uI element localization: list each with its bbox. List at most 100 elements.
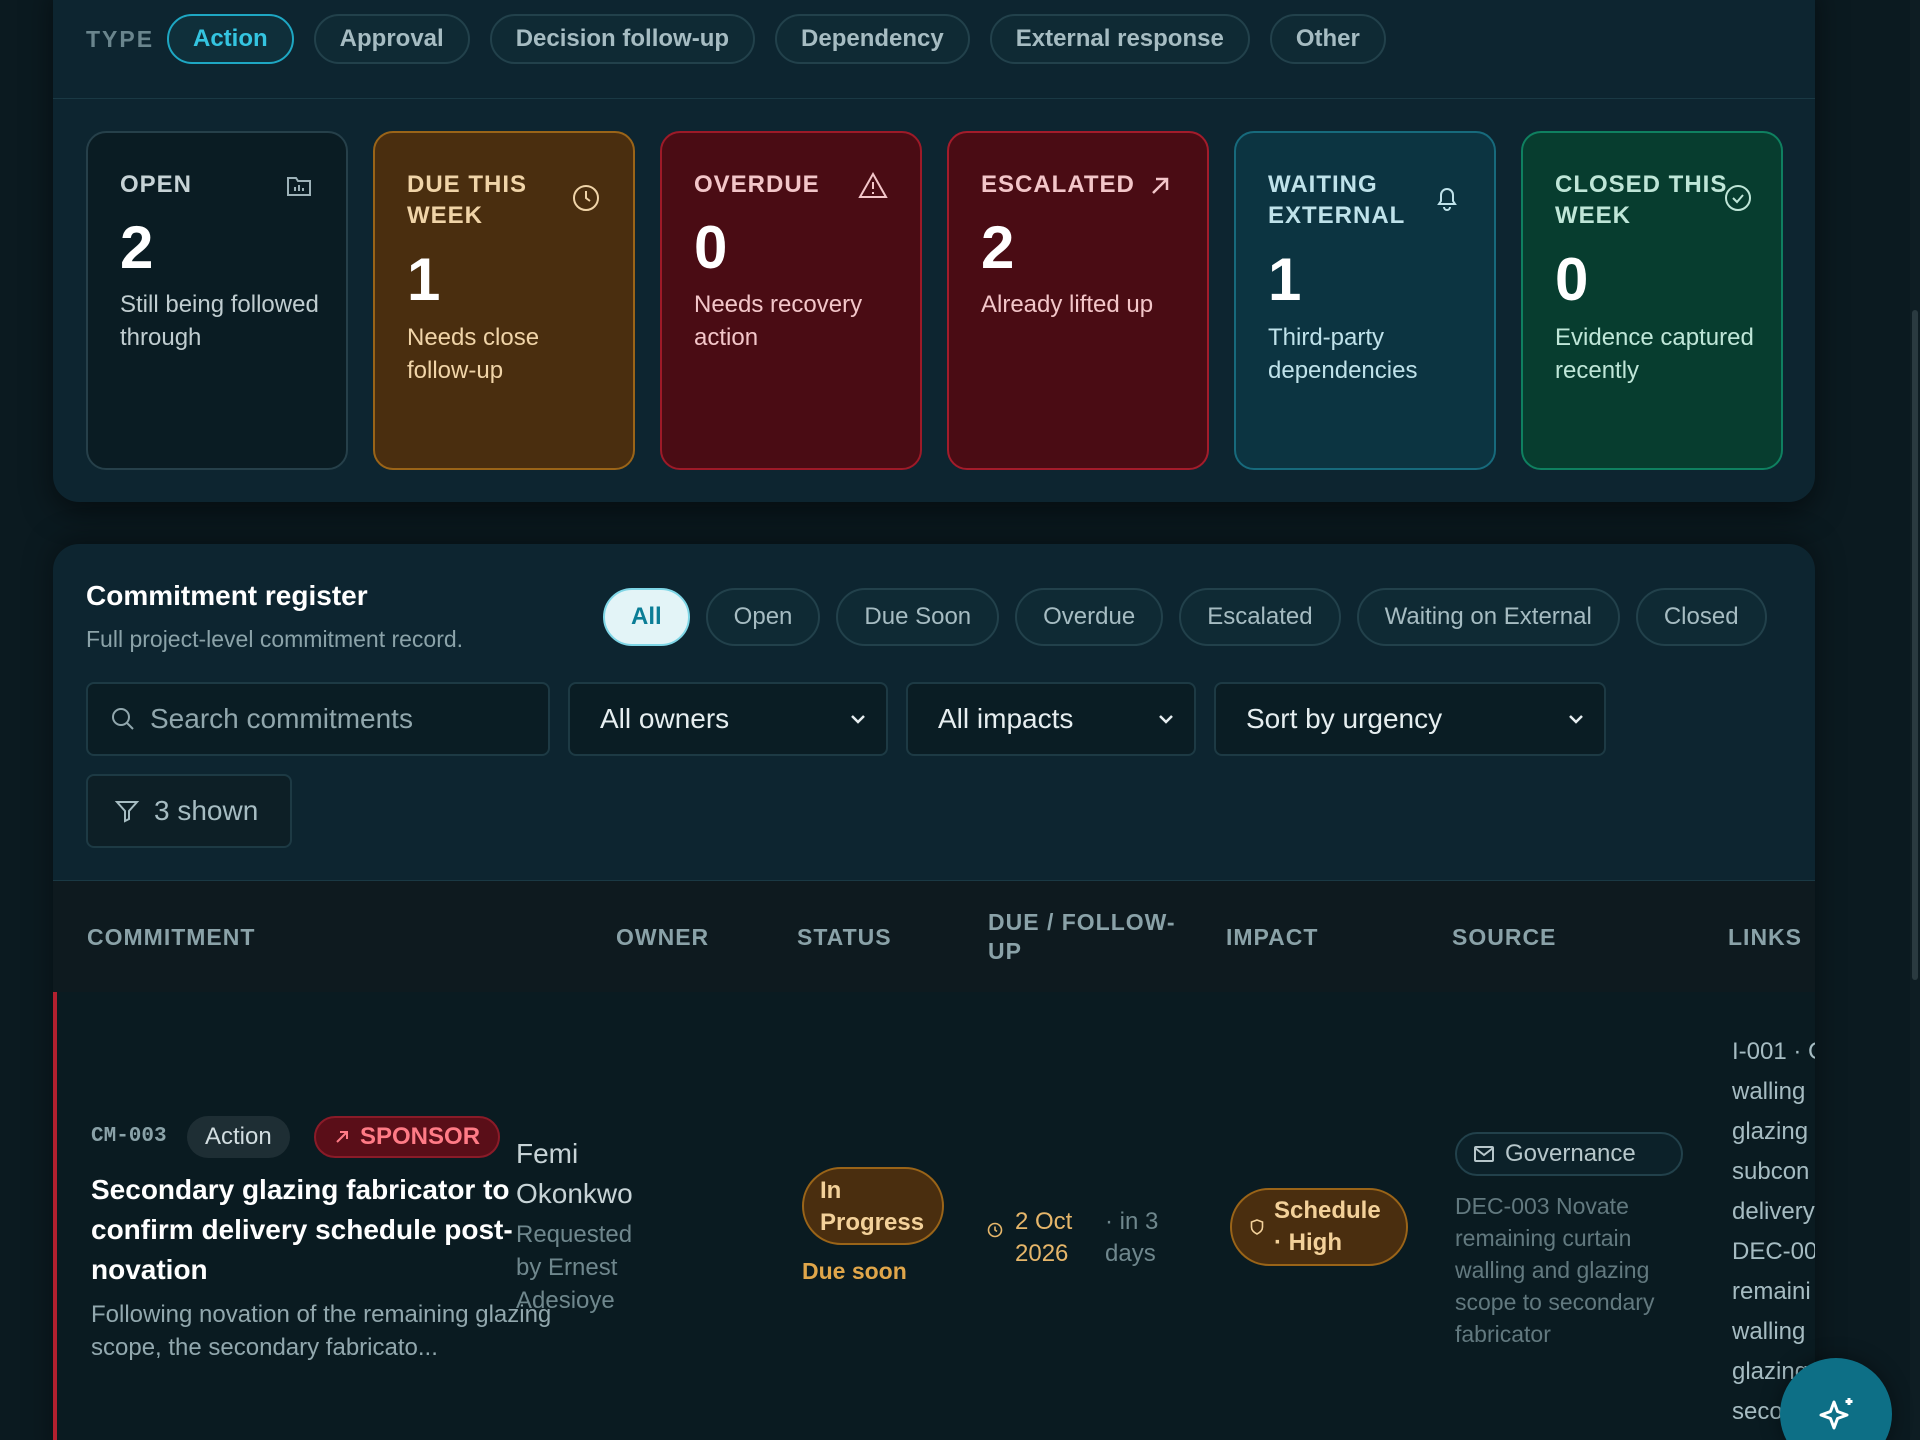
table-header: COMMITMENT OWNER STATUS DUE / FOLLOW-UP … [53, 880, 1815, 992]
tab-all[interactable]: All [603, 588, 690, 646]
arrow-up-right-icon [1152, 177, 1169, 194]
shown-count: 3 shown [154, 795, 259, 826]
sponsor-label: SPONSOR [360, 1123, 481, 1150]
col-owner[interactable]: OWNER [616, 923, 709, 952]
stat-value: 0 [694, 214, 728, 281]
requested-by: Requested by Ernest Adesioye [516, 1221, 633, 1314]
type-pill-other[interactable]: Other [1269, 14, 1386, 64]
tab-closed[interactable]: Closed [1635, 588, 1767, 646]
source-type: Governance [1505, 1140, 1636, 1167]
chevron-down-icon [851, 715, 865, 724]
tab-open[interactable]: Open [705, 588, 821, 646]
type-filter-label: TYPE [86, 26, 155, 52]
stat-label: DUE THIS WEEK [407, 171, 528, 229]
stat-label: ESCALATED [981, 171, 1135, 198]
source-badge: Governance [1455, 1132, 1683, 1176]
chevron-down-icon [1569, 715, 1583, 724]
sort-select-value: Sort by urgency [1246, 703, 1443, 734]
owner-select[interactable]: All owners [568, 682, 888, 756]
owner-name: Femi Okonkwo [516, 1138, 633, 1209]
scrollbar[interactable] [1910, 0, 1920, 1440]
filter-icon [114, 801, 140, 823]
stat-label: CLOSED THIS WEEK [1555, 171, 1728, 229]
clock-icon [573, 185, 599, 211]
col-status[interactable]: STATUS [797, 923, 892, 952]
type-pill-external-response[interactable]: External response [989, 14, 1250, 64]
search-icon [112, 708, 134, 730]
status-note: Due soon [802, 1258, 907, 1284]
commitment-description: Following novation of the remaining glaz… [91, 1301, 552, 1361]
stat-card-closed-this-week[interactable]: CLOSED THIS WEEK 0 Evidence captured rec… [1521, 131, 1783, 470]
link-item[interactable]: walling [1732, 1312, 1815, 1352]
due-relative: · in 3 days [1105, 1208, 1159, 1267]
stat-value: 2 [981, 214, 1015, 281]
register-title: Commitment register [86, 580, 368, 611]
status-badge: In Progress [802, 1167, 944, 1245]
col-due[interactable]: DUE / FOLLOW-UP [988, 908, 1188, 966]
col-impact[interactable]: IMPACT [1226, 923, 1318, 952]
stat-desc: Needs recovery action [694, 291, 863, 351]
stat-card-overdue[interactable]: OVERDUE 0 Needs recovery action [660, 131, 922, 470]
impact-label: Schedule · High [1274, 1197, 1381, 1256]
mail-icon [1474, 1146, 1494, 1162]
search-input[interactable] [150, 703, 530, 735]
tab-due-soon[interactable]: Due Soon [836, 588, 1000, 646]
table-row[interactable]: CM-003 Action SPONSOR Secondary glazing … [53, 992, 1815, 1440]
link-item[interactable]: DEC-00 [1732, 1232, 1815, 1272]
check-circle-icon [1725, 185, 1751, 211]
stat-card-open[interactable]: OPEN 2 Still being followed through [86, 131, 348, 470]
link-item[interactable]: remaini [1732, 1272, 1815, 1312]
stat-desc: Still being followed through [120, 291, 319, 351]
type-pill-approval[interactable]: Approval [313, 14, 470, 64]
type-pill-action[interactable]: Action [167, 14, 294, 64]
stat-value: 1 [1268, 246, 1302, 313]
stat-value: 1 [407, 246, 441, 313]
col-source[interactable]: SOURCE [1452, 923, 1556, 952]
stat-card-due-this-week[interactable]: DUE THIS WEEK 1 Needs close follow-up [373, 131, 635, 470]
shown-count-button[interactable]: 3 shown [86, 774, 292, 848]
source-reference[interactable]: DEC-003 Novate remaining curtain walling… [1455, 1190, 1695, 1350]
col-commitment[interactable]: COMMITMENT [87, 923, 255, 952]
summary-panel: TYPE Action Approval Decision follow-up … [53, 0, 1815, 502]
link-item[interactable]: I-001 · C [1732, 1032, 1815, 1072]
search-field[interactable] [86, 682, 550, 756]
link-item[interactable]: walling [1732, 1072, 1815, 1112]
sponsor-badge: SPONSOR [314, 1116, 501, 1158]
filter-controls: All owners All impacts Sort by urgency [86, 682, 1606, 756]
stat-label: OPEN [120, 171, 193, 198]
scrollbar-thumb[interactable] [1912, 310, 1918, 980]
type-pill-dependency[interactable]: Dependency [775, 14, 970, 64]
stat-cards: OPEN 2 Still being followed through DUE … [86, 131, 1783, 470]
stat-card-waiting-external[interactable]: WAITING EXTERNAL 1 Third-party dependenc… [1234, 131, 1496, 470]
impact-select[interactable]: All impacts [906, 682, 1196, 756]
tab-escalated[interactable]: Escalated [1179, 588, 1341, 646]
status-tabs: All Open Due Soon Overdue Escalated Wait… [603, 588, 1767, 646]
link-item[interactable]: subcon [1732, 1152, 1815, 1192]
type-badge: Action [187, 1116, 290, 1158]
folder-chart-icon [287, 177, 311, 196]
sparkles-icon [1819, 1398, 1853, 1430]
register-subtitle: Full project-level commitment record. [86, 626, 464, 652]
type-pill-decision-follow-up[interactable]: Decision follow-up [489, 14, 756, 64]
impact-badge: Schedule · High [1230, 1188, 1408, 1266]
stat-desc: Needs close follow-up [407, 324, 540, 384]
col-links[interactable]: LINKS [1728, 923, 1802, 952]
sort-select[interactable]: Sort by urgency [1214, 682, 1606, 756]
impact-select-value: All impacts [938, 703, 1074, 734]
stat-desc: Third-party dependencies [1268, 324, 1418, 384]
link-item[interactable]: glazing [1732, 1112, 1815, 1152]
owner-select-value: All owners [600, 703, 730, 734]
tab-waiting-on-external[interactable]: Waiting on External [1356, 588, 1620, 646]
tab-overdue[interactable]: Overdue [1015, 588, 1164, 646]
chevron-down-icon [1159, 715, 1173, 724]
stat-card-escalated[interactable]: ESCALATED 2 Already lifted up [947, 131, 1209, 470]
stat-value: 0 [1555, 246, 1589, 313]
link-item[interactable]: delivery [1732, 1192, 1815, 1232]
due-date: 2 Oct 2026 [1015, 1208, 1073, 1267]
arrow-up-right-icon [336, 1131, 348, 1143]
commitment-title[interactable]: Secondary glazing fabricator to confirm … [91, 1170, 551, 1290]
stat-value: 2 [120, 214, 154, 281]
bell-icon [1437, 188, 1457, 211]
type-filter-pills: Action Approval Decision follow-up Depen… [167, 14, 1386, 64]
commitment-id: CM-003 [91, 1125, 167, 1148]
